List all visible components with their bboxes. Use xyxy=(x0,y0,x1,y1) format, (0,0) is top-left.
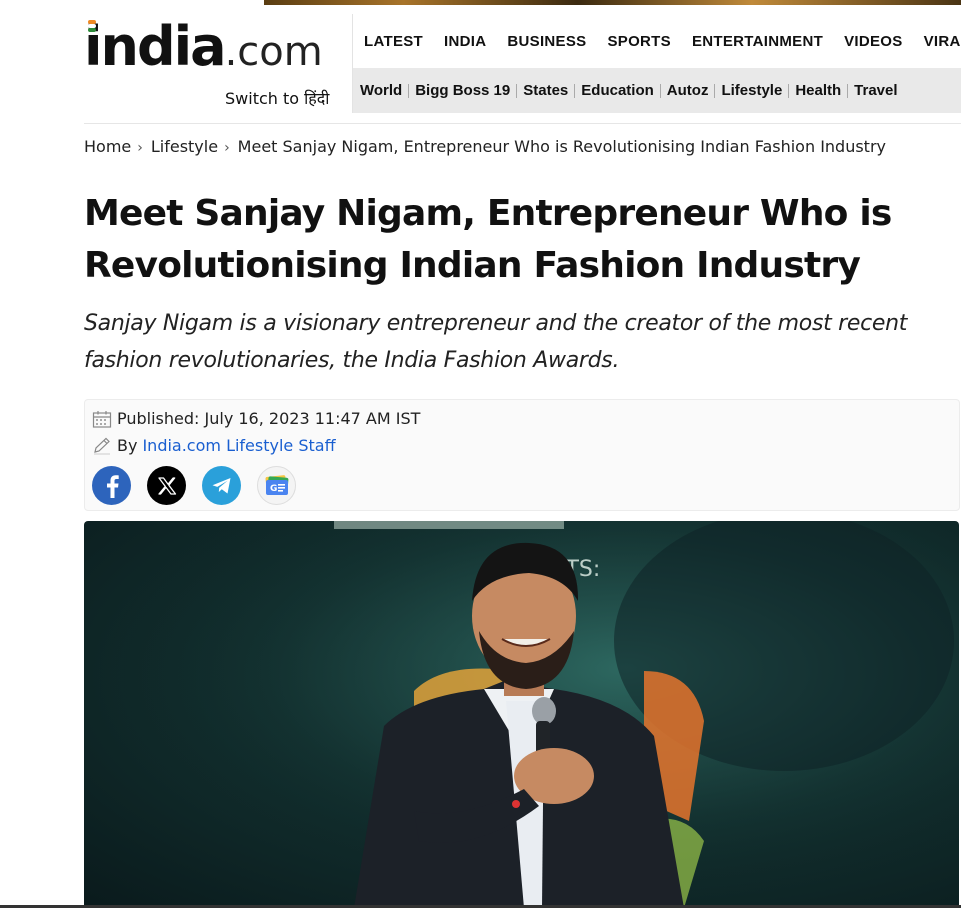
logo-wordmark: india.com xyxy=(84,15,323,78)
breadcrumb-section[interactable]: Lifestyle xyxy=(151,137,218,156)
calendar-icon xyxy=(92,410,112,428)
breadcrumb: Home › Lifestyle › Meet Sanjay Nigam, Entrep… xyxy=(84,137,886,156)
hero-photo-illustration: NTS: xyxy=(84,521,959,908)
switch-language-link[interactable]: Switch to हिंदी xyxy=(225,87,329,109)
svg-text:G: G xyxy=(270,484,277,494)
main-nav: LATEST INDIA BUSINESS SPORTS ENTERTAINME… xyxy=(353,14,961,68)
published-date: Published: July 16, 2023 11:47 AM IST xyxy=(117,409,421,428)
article-meta: Published: July 16, 2023 11:47 AM IST By… xyxy=(84,399,960,511)
breadcrumb-current: Meet Sanjay Nigam, Entrepreneur Who is R… xyxy=(237,137,886,156)
hero-image: NTS: xyxy=(84,521,959,908)
subnav-item-health[interactable]: Health xyxy=(788,83,847,98)
nav-item-viral[interactable]: VIRA xyxy=(924,33,961,50)
subnav-item-autoz[interactable]: Autoz xyxy=(659,83,715,98)
site-header: india.com Switch to हिंदी LATEST INDIA B… xyxy=(84,14,961,118)
published-row: Published: July 16, 2023 11:47 AM IST xyxy=(92,409,420,428)
header-divider xyxy=(84,123,961,124)
nav-item-videos[interactable]: VIDEOS xyxy=(844,33,902,50)
x-share-button[interactable] xyxy=(147,466,186,505)
top-ad-strip xyxy=(264,0,961,5)
top-strip-white xyxy=(0,0,264,6)
facebook-icon xyxy=(106,474,119,498)
pencil-icon xyxy=(94,437,110,454)
article-title: Meet Sanjay Nigam, Entrepreneur Who is R… xyxy=(84,193,892,286)
facebook-share-button[interactable] xyxy=(92,466,131,505)
subnav-item-education[interactable]: Education xyxy=(574,83,660,98)
subnav-item-world[interactable]: World xyxy=(353,83,408,98)
site-logo[interactable]: india.com Switch to हिंदी xyxy=(84,14,346,112)
author-link[interactable]: India.com Lifestyle Staff xyxy=(142,436,335,455)
chevron-right-icon: › xyxy=(137,140,143,156)
chevron-right-icon: › xyxy=(224,140,230,156)
share-buttons: G xyxy=(92,466,312,505)
subnav-item-states[interactable]: States xyxy=(516,83,574,98)
article-summary: Sanjay Nigam is a visionary entrepreneur… xyxy=(84,311,908,373)
nav-item-india[interactable]: INDIA xyxy=(444,33,486,50)
google-news-icon: G xyxy=(265,474,288,495)
nav-item-entertainment[interactable]: ENTERTAINMENT xyxy=(692,33,823,50)
sub-nav: World Bigg Boss 19 States Education Auto… xyxy=(353,68,961,113)
subnav-item-lifestyle[interactable]: Lifestyle xyxy=(714,83,788,98)
byline-row: By India.com Lifestyle Staff xyxy=(92,436,336,455)
google-news-share-button[interactable]: G xyxy=(257,466,296,505)
tricolor-flag-icon xyxy=(88,20,96,34)
subnav-item-travel[interactable]: Travel xyxy=(847,83,903,98)
nav-item-latest[interactable]: LATEST xyxy=(364,33,423,50)
subnav-item-bigg-boss[interactable]: Bigg Boss 19 xyxy=(408,83,516,98)
navigation: LATEST INDIA BUSINESS SPORTS ENTERTAINME… xyxy=(352,14,961,113)
breadcrumb-home[interactable]: Home xyxy=(84,137,131,156)
byline-label: By xyxy=(117,436,138,455)
telegram-icon xyxy=(212,477,230,493)
telegram-share-button[interactable] xyxy=(202,466,241,505)
nav-item-business[interactable]: BUSINESS xyxy=(507,33,586,50)
x-icon xyxy=(157,476,176,495)
nav-item-sports[interactable]: SPORTS xyxy=(607,33,670,50)
